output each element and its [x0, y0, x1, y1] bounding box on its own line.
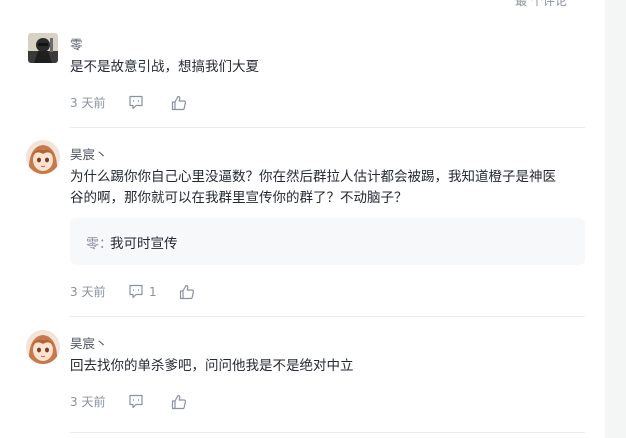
comment-icon — [129, 394, 143, 409]
comment-text: 是不是故意引战，想搞我们大夏 — [70, 59, 259, 75]
comment-text-line: 为什么踢你你自己心里没逼数？你在然后群拉人估计都会被踢，我知道橙子是神医 — [70, 169, 556, 185]
like-button[interactable] — [171, 95, 187, 111]
like-button[interactable] — [171, 394, 187, 410]
comment-text: 为什么踢你你自己心里没逼数？你在然后群拉人估计都会被踢，我知道橙子是神医 谷的啊… — [70, 167, 590, 209]
thumbs-up-icon — [171, 95, 187, 110]
avatar[interactable] — [26, 140, 60, 174]
comment-divider — [70, 432, 585, 433]
comment-actions: 3 天前 — [70, 94, 209, 111]
thumbs-up-icon — [171, 394, 187, 409]
comment-divider — [70, 127, 585, 128]
comment-actions: 3 天前 — [70, 393, 209, 410]
reply-button[interactable] — [128, 394, 149, 409]
reply-button[interactable] — [128, 95, 149, 110]
avatar[interactable] — [28, 33, 58, 63]
comment-count-header: 最 个评论 — [515, 0, 567, 8]
comment-actions: 3 天前 1 — [70, 283, 217, 300]
comment-time: 3 天前 — [70, 285, 106, 299]
reply-box: 零： 我可时宣传 — [70, 218, 585, 265]
comment-icon — [129, 95, 143, 110]
comment-icon — [129, 284, 143, 299]
reply-button[interactable]: 1 — [128, 284, 157, 299]
avatar[interactable] — [26, 330, 60, 364]
comment-divider — [70, 316, 585, 317]
reply-text: 我可时宣传 — [110, 236, 178, 252]
comment-author[interactable]: 昊宸丶 — [70, 333, 108, 352]
like-button[interactable] — [179, 284, 195, 300]
reply-count: 1 — [149, 284, 157, 299]
comment-text-line: 谷的啊，那你就可以在我群里宣传你的群了？不动脑子？ — [70, 190, 408, 206]
reply-author[interactable]: 零： — [86, 233, 112, 252]
masked-character-avatar-icon — [28, 33, 58, 63]
thumbs-up-icon — [179, 284, 194, 299]
comment-time: 3 天前 — [70, 96, 106, 110]
anime-girl-avatar-icon — [26, 140, 60, 174]
anime-girl-avatar-icon — [26, 330, 60, 364]
comment-author[interactable]: 昊宸丶 — [70, 144, 108, 163]
comment-author[interactable]: 零 — [70, 34, 83, 53]
comment-list-panel: 最 个评论 零 是不是故意引战，想搞我们大夏 3 天前 昊宸丶 为什么踢你你自己… — [0, 0, 605, 438]
comment-text: 回去找你的单杀爹吧，问问他我是不是绝对中立 — [70, 358, 354, 374]
comment-time: 3 天前 — [70, 395, 106, 409]
